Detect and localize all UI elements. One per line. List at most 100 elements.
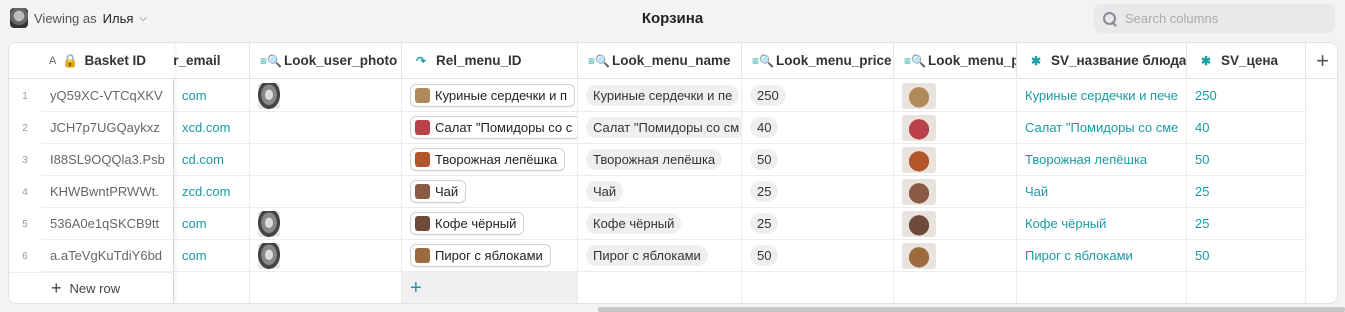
sv-name-cell[interactable]: Кофе чёрный: [1017, 208, 1187, 240]
column-header-user-email[interactable]: user_email: [174, 43, 250, 79]
menu-price-tag: 25: [750, 213, 779, 234]
horizontal-scrollbar[interactable]: [598, 307, 1345, 312]
user-email-cell[interactable]: cd.com: [174, 144, 250, 176]
column-header-look-user-photo[interactable]: ≡🔍 Look_user_photo: [250, 43, 402, 79]
search-input[interactable]: [1125, 11, 1315, 26]
sv-name-cell[interactable]: Чай: [1017, 176, 1187, 208]
user-photo-cell[interactable]: [250, 80, 402, 112]
menu-name-tag: Куриные сердечки и пе: [586, 85, 740, 106]
column-header-basket-id[interactable]: A 🔒 Basket ID: [9, 43, 174, 79]
rel-menu-id-cell[interactable]: Пирог с яблоками: [402, 240, 578, 272]
column-header-look-menu-photo[interactable]: ≡🔍 Look_menu_photo: [894, 43, 1017, 79]
viewing-as-dropdown[interactable]: Viewing as Илья ⌵: [10, 7, 147, 29]
row-number: 1: [22, 90, 28, 102]
menu-photo-cell[interactable]: [894, 80, 1017, 112]
user-photo: [258, 242, 280, 269]
menu-photo-cell[interactable]: [894, 112, 1017, 144]
new-row-button[interactable]: + New row: [9, 272, 174, 303]
column-header-look-menu-name[interactable]: ≡🔍 Look_menu_name: [578, 43, 742, 79]
menu-price-cell[interactable]: 50: [742, 240, 894, 272]
column-header-sv-price[interactable]: ✱ SV_цена: [1187, 43, 1306, 79]
asterisk-icon: ✱: [1030, 53, 1042, 68]
user-email-cell[interactable]: com: [174, 80, 250, 112]
user-email-cell[interactable]: com: [174, 208, 250, 240]
sv-price-cell[interactable]: 25: [1187, 176, 1306, 208]
basket-id-cell[interactable]: yQ59XC-VTCqXKV: [41, 80, 174, 112]
menu-price-cell[interactable]: 25: [742, 208, 894, 240]
column-label: Look_menu_name: [612, 53, 731, 68]
relation-chip[interactable]: Чай: [410, 180, 467, 203]
food-photo: [902, 146, 936, 173]
sv-price-cell[interactable]: 50: [1187, 144, 1306, 176]
menu-name-cell[interactable]: Творожная лепёшка: [578, 144, 742, 176]
menu-photo-cell[interactable]: [894, 208, 1017, 240]
relation-chip[interactable]: Кофе чёрный: [410, 212, 525, 235]
menu-price-cell[interactable]: 250: [742, 80, 894, 112]
relation-chip[interactable]: Салат "Помидоры со с: [410, 116, 577, 139]
chip-label: Чай: [435, 184, 459, 199]
relation-chip[interactable]: Куриные сердечки и п: [410, 84, 576, 107]
new-row-label: New row: [69, 281, 121, 296]
menu-photo-cell[interactable]: [894, 176, 1017, 208]
menu-price-cell[interactable]: 25: [742, 176, 894, 208]
add-column-button[interactable]: +: [1306, 43, 1337, 79]
user-email-cell[interactable]: xcd.com: [174, 112, 250, 144]
basket-id-cell[interactable]: 536A0e1qSKCB9tt: [41, 208, 174, 240]
user-photo-cell[interactable]: [250, 240, 402, 272]
menu-name-cell[interactable]: Пирог с яблоками: [578, 240, 742, 272]
basket-id-cell[interactable]: a.aTeVgKuTdiY6bd: [41, 240, 174, 272]
viewing-user: Илья: [102, 10, 134, 26]
basket-id-cell[interactable]: JCH7p7UGQaykxz: [41, 112, 174, 144]
food-photo: [902, 242, 936, 269]
rel-menu-id-cell[interactable]: Куриные сердечки и п: [402, 80, 578, 112]
data-grid: user_email ≡🔍 Look_user_photo ↷ Rel_menu…: [8, 42, 1338, 304]
sv-name-cell[interactable]: Творожная лепёшка: [1017, 144, 1187, 176]
sv-price-cell[interactable]: 25: [1187, 208, 1306, 240]
sv-name-cell[interactable]: Куриные сердечки и пече: [1017, 80, 1187, 112]
user-photo-cell[interactable]: [250, 144, 402, 176]
menu-photo-cell[interactable]: [894, 144, 1017, 176]
menu-name-cell[interactable]: Куриные сердечки и пе: [578, 80, 742, 112]
footer-cell: [1017, 272, 1187, 303]
user-photo-cell[interactable]: [250, 208, 402, 240]
basket-id-cell[interactable]: KHWBwntPRWWt.: [41, 176, 174, 208]
footer-cell: [174, 272, 250, 303]
menu-photo-cell[interactable]: [894, 240, 1017, 272]
food-thumbnail-icon: [415, 184, 430, 199]
viewing-prefix: Viewing as: [34, 10, 97, 26]
sv-price-cell[interactable]: 250: [1187, 80, 1306, 112]
menu-name-cell[interactable]: Кофе чёрный: [578, 208, 742, 240]
menu-name-cell[interactable]: Чай: [578, 176, 742, 208]
frozen-column: A 🔒 Basket ID 1 yQ59XC-VTCqXKV 2 JCH7p7UGQa…: [9, 43, 174, 303]
rel-menu-id-cell[interactable]: Салат "Помидоры со с: [402, 112, 578, 144]
column-header-sv-name[interactable]: ✱ SV_название блюда: [1017, 43, 1187, 79]
user-email-cell[interactable]: zcd.com: [174, 176, 250, 208]
basket-id-cell[interactable]: I88SL9OQQla3.Psb: [41, 144, 174, 176]
menu-price-cell[interactable]: 50: [742, 144, 894, 176]
email-text: com: [182, 88, 207, 103]
relation-chip[interactable]: Пирог с яблоками: [410, 244, 551, 267]
lookup-icon: ≡🔍: [588, 53, 610, 68]
lock-icon: 🔒: [62, 52, 79, 68]
sv-price-cell[interactable]: 50: [1187, 240, 1306, 272]
column-header-rel-menu-id[interactable]: ↷ Rel_menu_ID: [402, 43, 578, 79]
email-text: cd.com: [182, 152, 224, 167]
search-box[interactable]: [1094, 4, 1335, 33]
relation-chip[interactable]: Творожная лепёшка: [410, 148, 566, 171]
rel-menu-id-cell[interactable]: Кофе чёрный: [402, 208, 578, 240]
rel-menu-id-cell[interactable]: Творожная лепёшка: [402, 144, 578, 176]
chip-label: Куриные сердечки и п: [435, 88, 568, 103]
user-photo-cell[interactable]: [250, 176, 402, 208]
column-header-look-menu-price[interactable]: ≡🔍 Look_menu_price: [742, 43, 894, 79]
user-photo-cell[interactable]: [250, 112, 402, 144]
add-relation-button[interactable]: +: [402, 272, 578, 303]
rel-menu-id-cell[interactable]: Чай: [402, 176, 578, 208]
menu-name-cell[interactable]: Салат "Помидоры со см: [578, 112, 742, 144]
menu-price-cell[interactable]: 40: [742, 112, 894, 144]
sv-name-cell[interactable]: Салат "Помидоры со сме: [1017, 112, 1187, 144]
sv-price-cell[interactable]: 40: [1187, 112, 1306, 144]
user-email-cell[interactable]: com: [174, 240, 250, 272]
sv-name-cell[interactable]: Пирог с яблоками: [1017, 240, 1187, 272]
sv-name-text: Салат "Помидоры со сме: [1025, 120, 1179, 135]
user-photo: [258, 82, 280, 109]
